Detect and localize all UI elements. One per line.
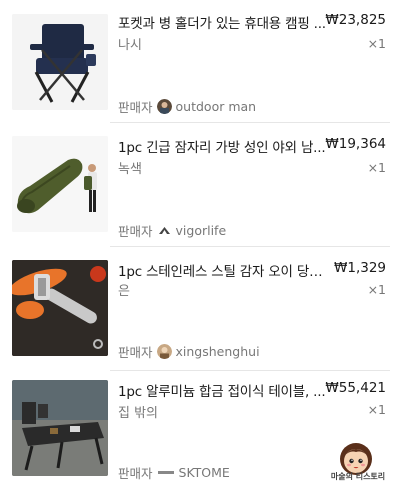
item-divider — [110, 246, 390, 247]
seller-avatar-icon — [156, 344, 172, 359]
blog-watermark: 마술의 티스토리 — [318, 440, 398, 488]
seller-info[interactable]: 판매자 outdoor man — [118, 97, 256, 116]
seller-label: 판매자 — [118, 224, 153, 239]
seller-avatar-icon — [156, 223, 172, 238]
product-option: 은 — [118, 284, 130, 299]
seller-label: 판매자 — [118, 100, 153, 115]
order-item[interactable]: 포켓과 병 홀더가 있는 휴대용 캠핑 ... ₩23,825 나시 ×1 판매… — [0, 0, 400, 124]
seller-name[interactable]: SKTOME — [179, 465, 230, 480]
item-divider — [110, 370, 390, 371]
product-price: ₩1,329 — [334, 260, 386, 276]
product-quantity: ×1 — [367, 282, 386, 297]
sleeping-bag-icon — [12, 136, 108, 232]
product-price: ₩55,421 — [325, 380, 386, 396]
product-quantity: ×1 — [367, 160, 386, 175]
product-quantity: ×1 — [367, 36, 386, 51]
product-image-camping-chair[interactable] — [12, 14, 108, 110]
seller-avatar-icon — [156, 99, 172, 114]
seller-label: 판매자 — [118, 466, 153, 481]
product-option: 녹색 — [118, 162, 142, 177]
seller-info[interactable]: 판매자 SKTOME — [118, 463, 230, 482]
product-image-folding-table[interactable] — [12, 380, 108, 476]
item-divider — [110, 122, 390, 123]
product-option: 나시 — [118, 38, 142, 53]
order-item[interactable]: 1pc 긴급 잠자리 가방 성인 야외 남... ₩19,364 녹색 ×1 판… — [0, 124, 400, 248]
folding-table-icon — [12, 380, 108, 476]
seller-name[interactable]: vigorlife — [176, 223, 227, 238]
product-image-vegetable-peeler[interactable] — [12, 260, 108, 356]
seller-label: 판매자 — [118, 345, 153, 360]
product-image-sleeping-bag[interactable] — [12, 136, 108, 232]
product-title[interactable]: 1pc 알루미늄 합금 접이식 테이블, ... — [118, 380, 328, 400]
camping-chair-icon — [12, 14, 108, 110]
seller-name[interactable]: outdoor man — [176, 99, 257, 114]
product-quantity: ×1 — [367, 402, 386, 417]
seller-name[interactable]: xingshenghui — [176, 344, 260, 359]
product-option: 집 밖의 — [118, 406, 159, 421]
product-title[interactable]: 1pc 긴급 잠자리 가방 성인 야외 남... — [118, 136, 328, 156]
product-title[interactable]: 포켓과 병 홀더가 있는 휴대용 캠핑 ... — [118, 12, 328, 32]
seller-info[interactable]: 판매자 xingshenghui — [118, 342, 260, 361]
vegetable-peeler-icon — [12, 260, 108, 356]
order-item[interactable]: 1pc 스테인레스 스틸 감자 오이 당근 ... ₩1,329 은 ×1 판매… — [0, 248, 400, 372]
watermark-text: 마술의 티스토리 — [330, 472, 386, 481]
seller-logo-icon — [156, 465, 175, 480]
seller-info[interactable]: 판매자 vigorlife — [118, 221, 226, 240]
product-title[interactable]: 1pc 스테인레스 스틸 감자 오이 당근 ... — [118, 260, 328, 280]
product-price: ₩23,825 — [325, 12, 386, 28]
product-price: ₩19,364 — [325, 136, 386, 152]
